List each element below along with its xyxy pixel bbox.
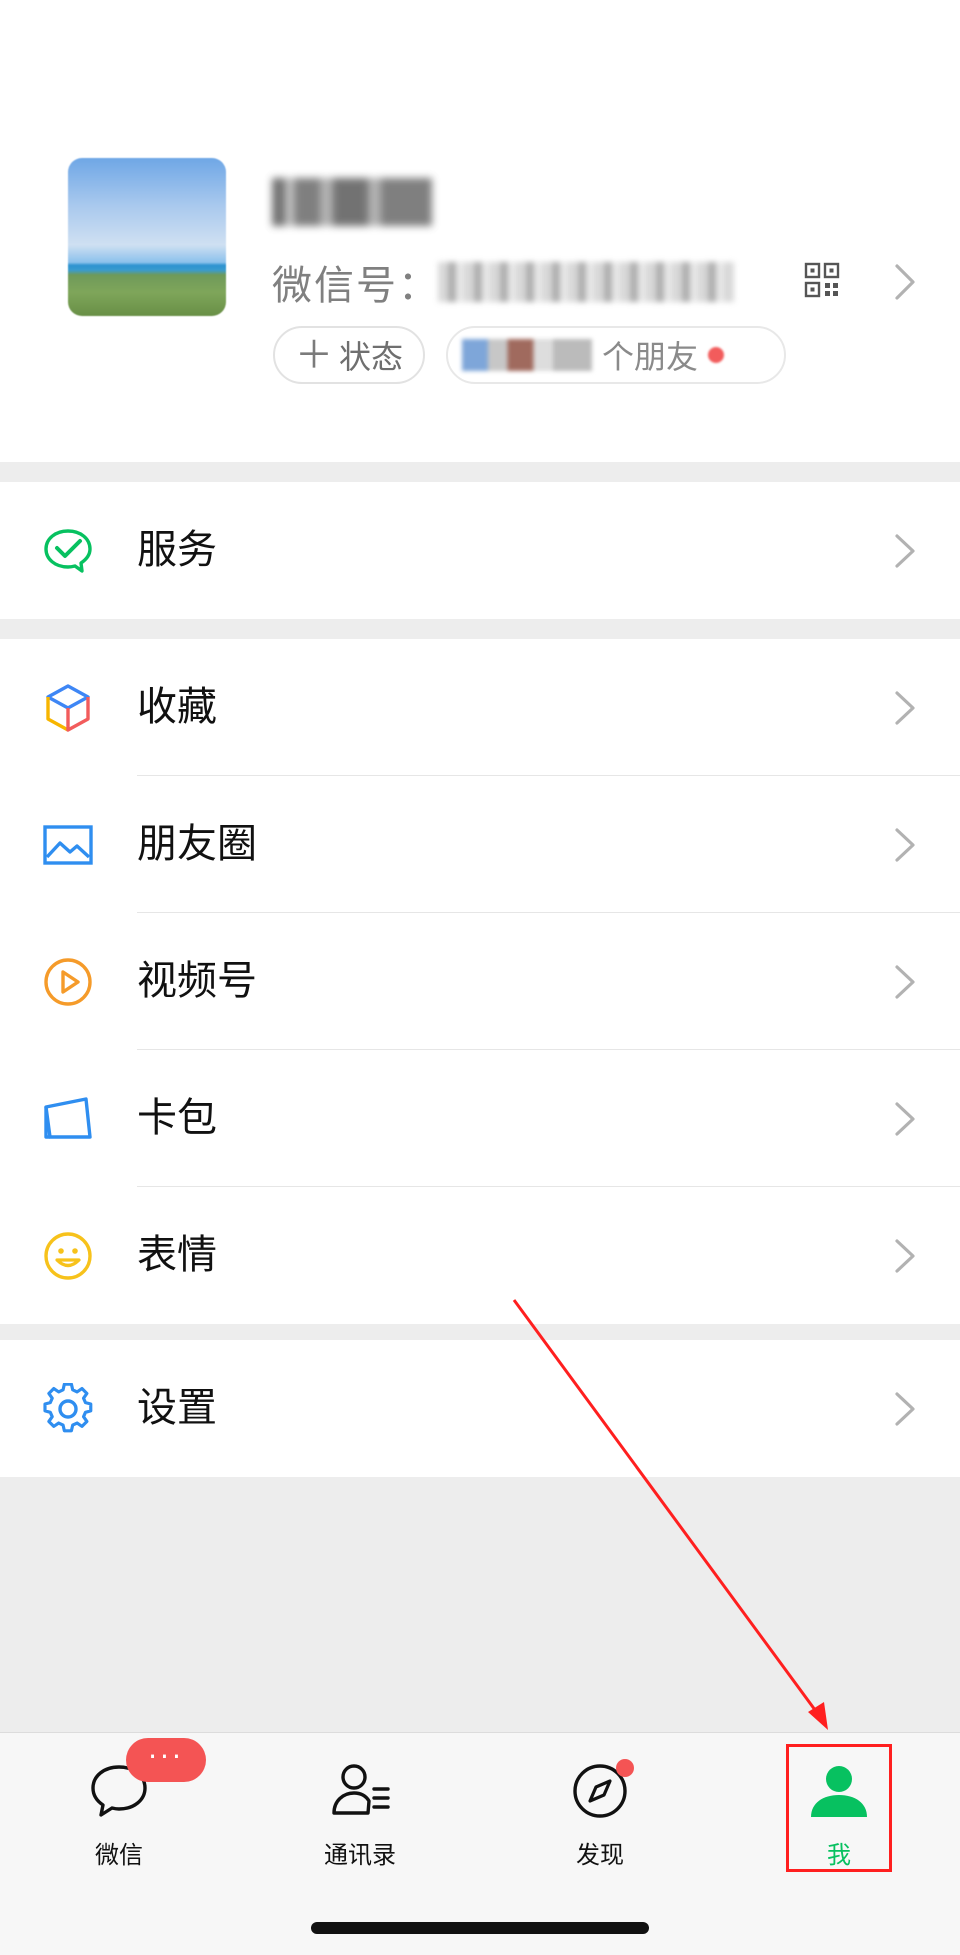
menu-label-channels: 视频号 — [137, 958, 257, 1004]
section-main: 收藏 朋友圈 视频号 卡包 表情 — [0, 639, 960, 1324]
tab-label-chats: 微信 — [95, 1841, 143, 1869]
card-wallet-icon — [44, 1097, 92, 1139]
chevron-right-icon — [895, 691, 915, 725]
chevron-right-icon — [895, 1239, 915, 1273]
annotation-highlight-box — [786, 1744, 892, 1872]
menu-label-stickers: 表情 — [137, 1232, 217, 1278]
friends-text: 个朋友 — [602, 338, 699, 376]
menu-item-services[interactable]: 服务 — [0, 482, 960, 619]
play-circle-icon — [44, 958, 92, 1006]
menu-label-moments: 朋友圈 — [137, 821, 257, 867]
chevron-right-icon — [895, 1102, 915, 1136]
menu-label-favorites: 收藏 — [137, 684, 217, 730]
discover-dot-badge — [616, 1759, 634, 1777]
smiley-icon — [44, 1232, 92, 1280]
menu-item-channels[interactable]: 视频号 — [0, 913, 960, 1050]
menu-label-services: 服务 — [137, 527, 217, 573]
chevron-right-icon — [895, 534, 915, 568]
tab-discover[interactable]: 发现 — [530, 1759, 670, 1879]
section-settings: 设置 — [0, 1340, 960, 1477]
chevron-right-icon — [895, 965, 915, 999]
tab-label-contacts: 通讯录 — [324, 1841, 396, 1869]
tab-label-discover: 发现 — [576, 1841, 624, 1869]
qr-code-icon[interactable] — [804, 262, 840, 298]
contacts-icon — [332, 1764, 390, 1815]
status-label: 状态 — [339, 338, 404, 376]
red-dot-badge — [708, 347, 725, 363]
wechat-id-value-blurred — [438, 262, 734, 302]
wechat-id-label: 微信号： — [272, 263, 440, 309]
friend-avatars-blurred — [462, 339, 592, 371]
plus-icon: ＋ — [294, 333, 333, 377]
section-services: 服务 — [0, 482, 960, 619]
tab-contacts[interactable]: 通讯录 — [290, 1759, 430, 1879]
profile-header[interactable]: 微信号： ＋ 状态 个朋友 — [0, 0, 960, 462]
friends-status-pill[interactable]: 个朋友 — [446, 326, 786, 384]
menu-item-settings[interactable]: 设置 — [0, 1340, 960, 1477]
unread-badge: ··· — [126, 1738, 206, 1782]
add-status-button[interactable]: ＋ 状态 — [273, 326, 425, 384]
chevron-right-icon — [895, 1392, 915, 1426]
wechat-pay-check-icon — [44, 529, 92, 573]
menu-item-moments[interactable]: 朋友圈 — [0, 776, 960, 913]
cube-icon — [46, 684, 90, 732]
chevron-right-icon[interactable] — [892, 262, 918, 302]
chevron-right-icon — [895, 828, 915, 862]
avatar[interactable] — [68, 158, 226, 316]
home-indicator[interactable] — [311, 1922, 649, 1934]
nickname-blurred — [272, 178, 432, 226]
menu-item-cards[interactable]: 卡包 — [0, 1050, 960, 1187]
menu-label-cards: 卡包 — [137, 1095, 217, 1141]
picture-icon — [43, 825, 93, 865]
menu-label-settings: 设置 — [137, 1385, 217, 1431]
menu-item-stickers[interactable]: 表情 — [0, 1187, 960, 1324]
menu-item-favorites[interactable]: 收藏 — [0, 639, 960, 776]
gear-icon — [43, 1383, 93, 1433]
